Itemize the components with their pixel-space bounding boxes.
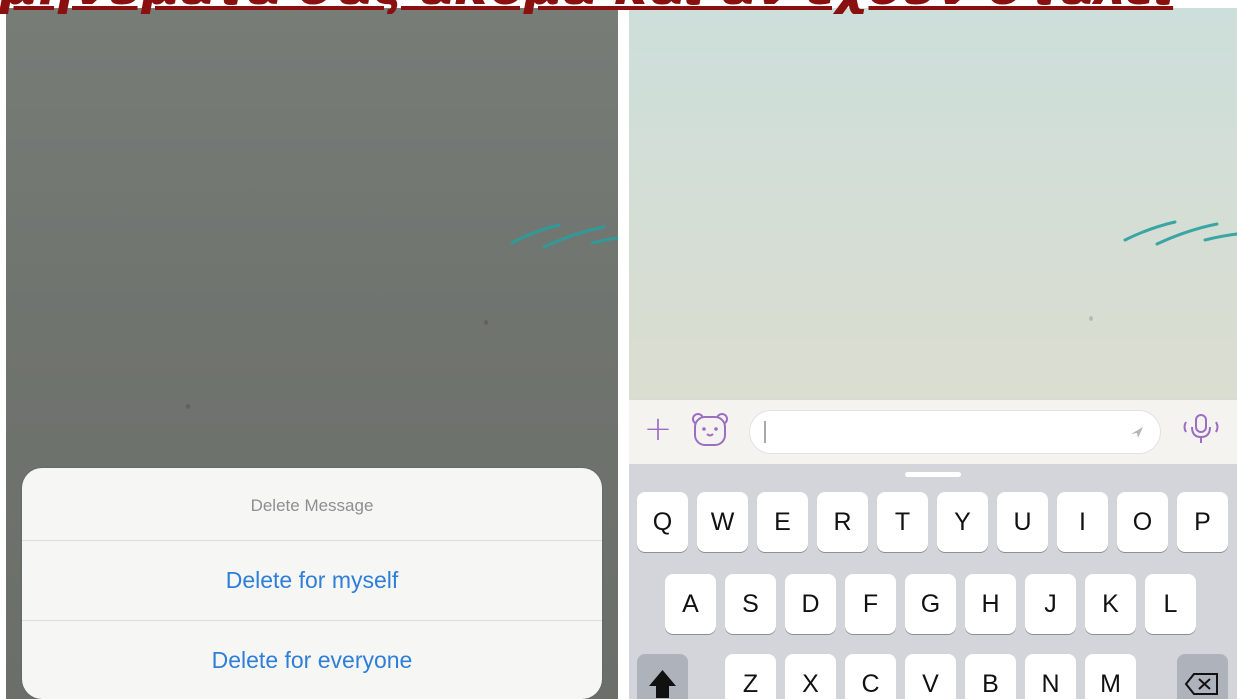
backspace-icon [1184,673,1218,695]
key-m[interactable]: M [1085,654,1136,699]
key-b[interactable]: B [965,654,1016,699]
right-screen: + Q W E R T Y U I O P A S D F G H J K L … [629,8,1237,699]
key-z[interactable]: Z [725,654,776,699]
key-p[interactable]: P [1177,492,1228,552]
key-v[interactable]: V [905,654,956,699]
wallpaper-doodle [1123,220,1237,246]
shift-icon [649,670,676,698]
key-a[interactable]: A [665,574,716,634]
key-c[interactable]: C [845,654,896,699]
key-t[interactable]: T [877,492,928,552]
key-d[interactable]: D [785,574,836,634]
key-h[interactable]: H [965,574,1016,634]
key-x[interactable]: X [785,654,836,699]
text-caret [764,421,766,443]
delete-for-myself-button[interactable]: Delete for myself [22,541,602,621]
panel-divider [618,8,629,699]
wallpaper-speck [1089,316,1093,321]
key-g[interactable]: G [905,574,956,634]
headline-text: μηνύματά σας ακόμα και αν έχουν σταλεί [0,0,1237,14]
shift-key[interactable] [637,654,688,699]
key-q[interactable]: Q [637,492,688,552]
key-o[interactable]: O [1117,492,1168,552]
key-l[interactable]: L [1145,574,1196,634]
backspace-key[interactable] [1177,654,1228,699]
key-k[interactable]: K [1085,574,1136,634]
key-f[interactable]: F [845,574,896,634]
key-w[interactable]: W [697,492,748,552]
plus-icon[interactable]: + [641,412,675,446]
key-i[interactable]: I [1057,492,1108,552]
wallpaper-speck [484,320,488,325]
message-input[interactable] [749,410,1161,454]
key-s[interactable]: S [725,574,776,634]
keyboard: Q W E R T Y U I O P A S D F G H J K L Z … [629,464,1237,699]
key-r[interactable]: R [817,492,868,552]
mic-icon[interactable] [1177,411,1225,447]
key-j[interactable]: J [1025,574,1076,634]
delete-for-everyone-button[interactable]: Delete for everyone [22,621,602,699]
left-screen: Delete Message Delete for myself Delete … [6,8,618,699]
keyboard-handle[interactable] [905,472,961,477]
delete-message-sheet: Delete Message Delete for myself Delete … [22,468,602,699]
key-y[interactable]: Y [937,492,988,552]
key-e[interactable]: E [757,492,808,552]
sticker-icon[interactable] [691,412,729,448]
key-u[interactable]: U [997,492,1048,552]
wallpaper-speck [186,404,190,409]
send-icon[interactable] [1128,423,1146,441]
sheet-title: Delete Message [22,468,602,541]
message-input-bar: + [629,399,1237,464]
key-n[interactable]: N [1025,654,1076,699]
wallpaper-doodle [510,223,618,249]
